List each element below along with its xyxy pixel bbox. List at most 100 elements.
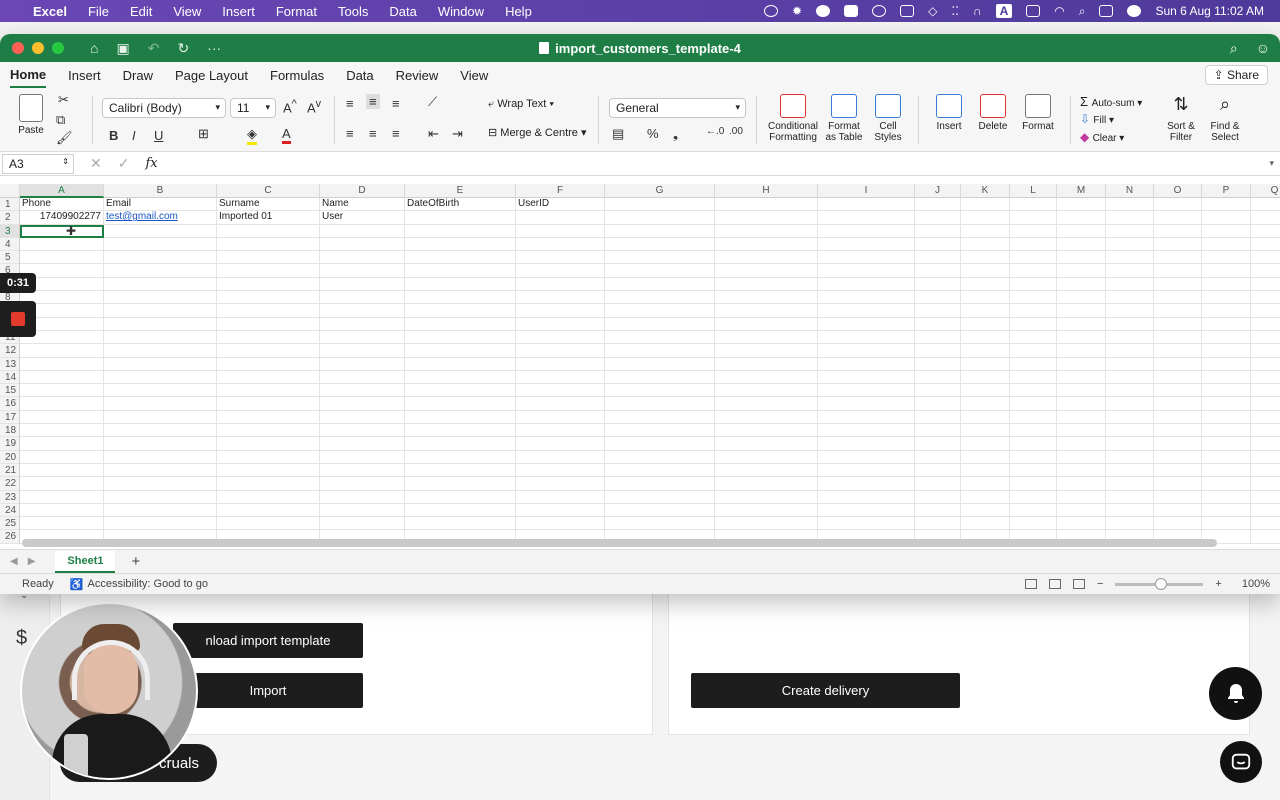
cell-j5[interactable]: [915, 251, 961, 265]
search-icon[interactable]: ⌕: [1230, 40, 1238, 57]
cell-n21[interactable]: [1106, 463, 1154, 478]
cell-o17[interactable]: [1154, 410, 1202, 425]
decrease-font-icon[interactable]: Av: [307, 98, 321, 115]
cell-m2[interactable]: [1057, 211, 1106, 225]
cell-h25[interactable]: [715, 517, 818, 531]
cell-j6[interactable]: [915, 264, 961, 278]
wrap-text-button[interactable]: ⤶ Wrap Text ▾: [488, 98, 554, 111]
cell-p22[interactable]: [1202, 477, 1251, 491]
cell-n15[interactable]: [1106, 384, 1154, 398]
cell-d6[interactable]: [320, 264, 405, 278]
cell-p5[interactable]: [1202, 251, 1251, 265]
cell-d23[interactable]: [320, 490, 405, 504]
cell-n24[interactable]: [1106, 503, 1154, 518]
cell-j20[interactable]: [915, 450, 961, 464]
cell-i12[interactable]: [818, 344, 915, 358]
cell-f25[interactable]: [516, 517, 605, 531]
cell-q7[interactable]: [1251, 278, 1280, 292]
cell-m21[interactable]: [1057, 463, 1106, 478]
dollar-icon[interactable]: $: [16, 627, 27, 650]
cell-g25[interactable]: [605, 517, 715, 531]
cell-o23[interactable]: [1154, 490, 1202, 504]
menu-data[interactable]: Data: [389, 4, 416, 19]
battery-icon[interactable]: [1026, 5, 1041, 17]
menu-edit[interactable]: Edit: [130, 4, 152, 19]
cell-c18[interactable]: [217, 424, 320, 438]
cell-m3[interactable]: [1057, 224, 1106, 238]
cell-j18[interactable]: [915, 424, 961, 438]
cell-i24[interactable]: [818, 503, 915, 518]
cell-l17[interactable]: [1010, 410, 1057, 425]
cell-o18[interactable]: [1154, 424, 1202, 438]
cell-i22[interactable]: [818, 477, 915, 491]
cell-d5[interactable]: [320, 251, 405, 265]
cell-j13[interactable]: [915, 357, 961, 371]
normal-view-icon[interactable]: [1024, 579, 1037, 589]
cell-b7[interactable]: [104, 277, 217, 292]
zoom-slider[interactable]: [1115, 577, 1204, 590]
cell-h11[interactable]: [715, 330, 818, 345]
column-header-q[interactable]: Q: [1251, 184, 1280, 198]
cell-q3[interactable]: [1251, 225, 1280, 238]
cell-o19[interactable]: [1154, 437, 1202, 451]
page-break-view-icon[interactable]: [1072, 579, 1085, 589]
cell-m5[interactable]: [1057, 251, 1106, 265]
close-window-button[interactable]: [12, 42, 24, 54]
cell-h17[interactable]: [715, 410, 818, 425]
cell-b11[interactable]: [104, 330, 217, 345]
cell-b15[interactable]: [104, 384, 217, 398]
cell-k18[interactable]: [961, 424, 1010, 438]
cell-g23[interactable]: [605, 490, 715, 504]
cell-p24[interactable]: [1202, 503, 1251, 518]
row-header-18[interactable]: 18: [0, 424, 19, 438]
cell-o9[interactable]: [1154, 304, 1202, 318]
cell-c20[interactable]: [217, 450, 320, 464]
cell-l2[interactable]: [1010, 211, 1057, 225]
cell-o8[interactable]: [1154, 291, 1202, 305]
cell-d1[interactable]: Name: [320, 198, 405, 212]
cell-m14[interactable]: [1057, 370, 1106, 385]
cell-l1[interactable]: [1010, 198, 1057, 212]
cell-q11[interactable]: [1251, 331, 1280, 345]
cell-f9[interactable]: [516, 304, 605, 318]
add-sheet-button[interactable]: +: [131, 553, 140, 570]
cell-j10[interactable]: [915, 317, 961, 331]
cell-i23[interactable]: [818, 490, 915, 504]
horizontal-scrollbar[interactable]: [22, 539, 1217, 547]
cell-p18[interactable]: [1202, 424, 1251, 438]
cell-f11[interactable]: [516, 330, 605, 345]
cell-f21[interactable]: [516, 463, 605, 478]
cell-g8[interactable]: [605, 291, 715, 305]
cell-g3[interactable]: [605, 224, 715, 238]
cell-c4[interactable]: [217, 237, 320, 252]
cell-p4[interactable]: [1202, 237, 1251, 252]
cell-n8[interactable]: [1106, 291, 1154, 305]
confirm-icon[interactable]: ✓: [118, 155, 130, 172]
cell-l10[interactable]: [1010, 317, 1057, 331]
find-select-button[interactable]: ⌕ Find & Select: [1204, 94, 1246, 143]
cell-m13[interactable]: [1057, 357, 1106, 371]
cell-f12[interactable]: [516, 344, 605, 358]
cell-l11[interactable]: [1010, 330, 1057, 345]
cell-q20[interactable]: [1251, 451, 1280, 464]
column-header-k[interactable]: K: [961, 184, 1010, 198]
cell-l12[interactable]: [1010, 344, 1057, 358]
autosum-button[interactable]: Σ Auto-sum ▾: [1080, 94, 1142, 109]
cell-o13[interactable]: [1154, 357, 1202, 371]
decrease-indent-icon[interactable]: ⇤: [428, 126, 439, 142]
download-template-button[interactable]: nload import template: [173, 623, 363, 658]
cell-q1[interactable]: [1251, 198, 1280, 212]
cell-d18[interactable]: [320, 424, 405, 438]
font-name-select[interactable]: Calibri (Body) ▾: [102, 98, 226, 118]
cell-k11[interactable]: [961, 330, 1010, 345]
cell-k22[interactable]: [961, 477, 1010, 491]
cell-j9[interactable]: [915, 304, 961, 318]
cell-h8[interactable]: [715, 291, 818, 305]
cell-h1[interactable]: [715, 198, 818, 212]
cell-q14[interactable]: [1251, 371, 1280, 385]
cell-b24[interactable]: [104, 503, 217, 518]
cell-b20[interactable]: [104, 450, 217, 464]
cell-d12[interactable]: [320, 344, 405, 358]
cell-c11[interactable]: [217, 330, 320, 345]
cell-k12[interactable]: [961, 344, 1010, 358]
